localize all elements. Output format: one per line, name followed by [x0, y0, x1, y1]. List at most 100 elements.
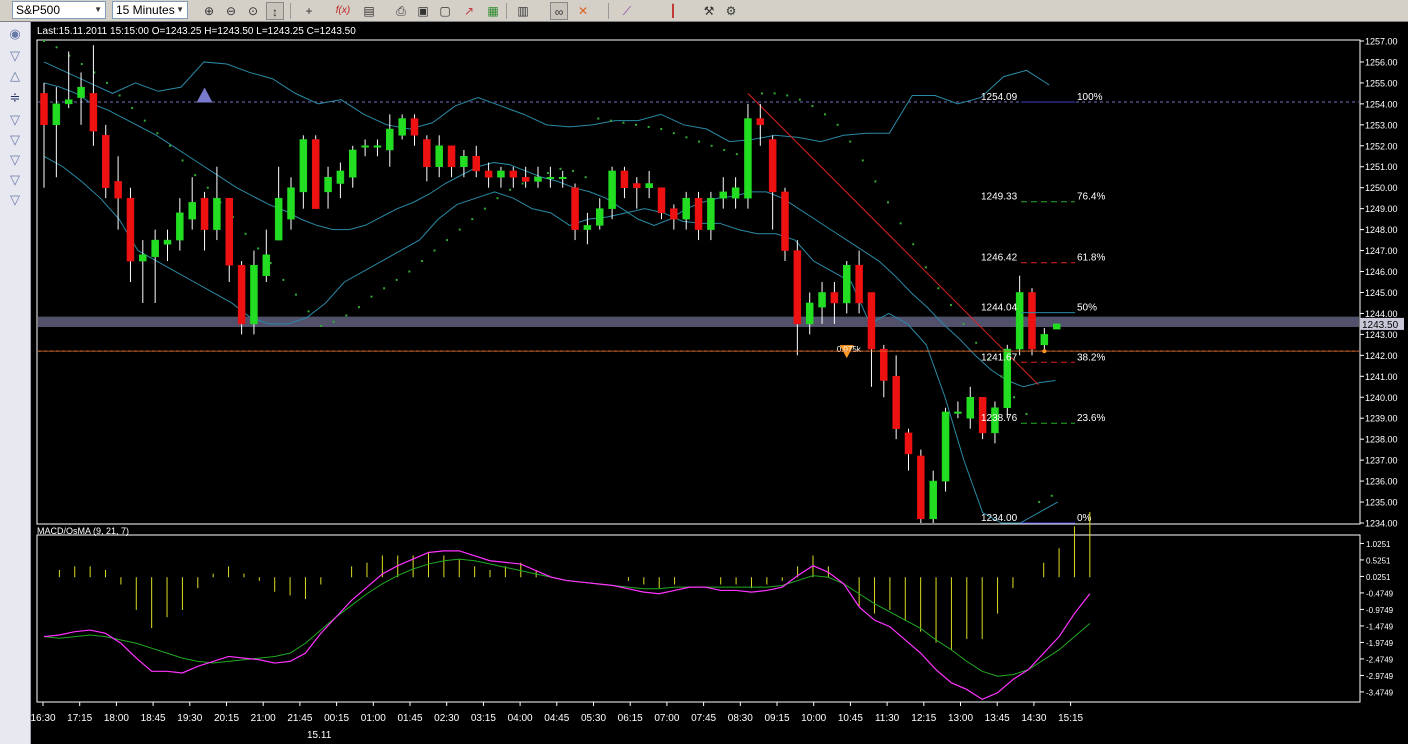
sar-dot: [899, 222, 902, 225]
candle-bear: [571, 187, 579, 230]
price-tick-label: 1238.00: [1365, 435, 1398, 445]
sar-dot: [156, 132, 159, 135]
macd-tick-label: -0.4749: [1366, 589, 1394, 598]
candle-bull: [534, 176, 542, 182]
zoom-out-icon[interactable]: ⊖: [222, 2, 240, 20]
print-icon[interactable]: ⎙: [392, 2, 410, 20]
cursor-icon[interactable]: ↕: [266, 2, 284, 20]
candle-bull: [163, 239, 172, 245]
price-tick-label: 1244.00: [1365, 309, 1398, 319]
bars-icon[interactable]: ┃: [664, 2, 682, 20]
candle-bear: [447, 145, 456, 167]
sar-dot: [244, 232, 247, 235]
sar-dot: [395, 278, 398, 281]
time-tick-label: 18:00: [104, 713, 129, 724]
triangle-up-tool-icon[interactable]: △: [7, 68, 23, 84]
candle-bear: [694, 197, 703, 230]
image-icon[interactable]: ▦: [484, 2, 502, 20]
sar-dot: [345, 314, 348, 317]
candle-bear: [225, 197, 233, 266]
sar-dot: [811, 104, 814, 107]
triangle-down-tool-icon[interactable]: ▽: [7, 172, 23, 188]
candle-bull: [139, 254, 147, 262]
fib-pct-label: 61.8%: [1077, 253, 1105, 264]
fib-pct-label: 100%: [1077, 92, 1103, 103]
sar-dot: [912, 243, 915, 246]
time-tick-label: 11:30: [875, 713, 900, 724]
candle-bear: [904, 432, 913, 455]
template-icon[interactable]: ▤: [360, 2, 378, 20]
settings-icon[interactable]: ⚒: [700, 2, 718, 20]
candle-bear: [484, 170, 493, 178]
candle-bull: [274, 197, 283, 241]
sar-dot: [761, 92, 764, 95]
price-tick-label: 1254.00: [1365, 99, 1398, 109]
grid-icon[interactable]: ▥: [514, 2, 532, 20]
price-tick-label: 1249.00: [1365, 204, 1398, 214]
zoom-fit-icon[interactable]: ⊙: [244, 2, 262, 20]
candle-bear: [410, 118, 419, 136]
zoom-in-icon[interactable]: ⊕: [200, 2, 218, 20]
sar-dot: [886, 201, 889, 204]
sar-dot: [849, 140, 852, 143]
candle-bear: [472, 156, 480, 172]
candle-bull: [336, 170, 345, 184]
fib-pct-label: 38.2%: [1077, 352, 1105, 363]
candle-bear: [867, 292, 876, 350]
crosshair-icon[interactable]: +: [300, 2, 318, 20]
candle-bear: [521, 176, 530, 182]
timeframe-select[interactable]: 15 Minutes ▼: [112, 1, 188, 19]
document-icon[interactable]: ▢: [436, 2, 454, 20]
macd-tick-label: -3.4749: [1366, 688, 1394, 697]
sar-dot: [320, 325, 323, 328]
candle-bull: [349, 149, 357, 178]
candle-bull: [941, 411, 950, 482]
candle-bear: [830, 292, 839, 304]
chart-area[interactable]: Last:15.11.2011 15:15:00 O=1243.25 H=124…: [31, 22, 1408, 744]
fib-price-label: 1238.76: [981, 413, 1018, 424]
candle-bull: [805, 302, 814, 325]
triangle-down-tool-icon[interactable]: ▽: [7, 152, 23, 168]
line-icon[interactable]: ⟋: [618, 2, 636, 20]
properties-icon[interactable]: ⚙: [722, 2, 740, 20]
triangle-down-tool-icon[interactable]: ▽: [7, 112, 23, 128]
level-line-tool-icon[interactable]: ≑: [7, 90, 23, 106]
price-tick-label: 1248.00: [1365, 225, 1398, 235]
sar-dot: [80, 63, 83, 66]
price-tick-label: 1245.00: [1365, 288, 1398, 298]
sar-dot: [282, 278, 285, 281]
candle-bull: [262, 254, 271, 276]
function-icon[interactable]: f(x): [334, 2, 352, 20]
eye-icon[interactable]: ◉: [7, 26, 23, 42]
fib-price-label: 1234.00: [981, 513, 1018, 524]
candle-bull: [818, 292, 826, 308]
sar-dot: [635, 123, 638, 126]
link-icon[interactable]: ∞: [550, 2, 568, 20]
candle-bull: [608, 170, 616, 209]
candle-bear: [756, 118, 765, 126]
price-tick-label: 1257.00: [1365, 37, 1398, 47]
sar-dot: [433, 249, 436, 252]
time-tick-label: 04:00: [508, 713, 533, 724]
candle-bear: [237, 264, 246, 325]
sar-dot: [874, 180, 877, 183]
delete-icon[interactable]: ✕: [574, 2, 592, 20]
sar-dot: [483, 207, 486, 210]
price-tick-label: 1247.00: [1365, 246, 1398, 256]
triangle-down-tool-icon[interactable]: ▽: [7, 192, 23, 208]
macd-tick-label: -2.9749: [1366, 672, 1394, 681]
fib-price-label: 1254.09: [981, 92, 1018, 103]
sar-dot: [685, 136, 688, 139]
sar-dot: [1038, 501, 1041, 504]
candle-bull: [1040, 334, 1049, 346]
price-tick-label: 1250.00: [1365, 183, 1398, 193]
candle-bull: [497, 170, 505, 178]
triangle-down-tool-icon[interactable]: ▽: [7, 48, 23, 64]
sar-dot: [496, 197, 499, 200]
chart-icon[interactable]: ↗: [460, 2, 478, 20]
symbol-select[interactable]: S&P500 ▼: [12, 1, 106, 19]
sar-dot: [131, 107, 134, 110]
triangle-down-tool-icon[interactable]: ▽: [7, 132, 23, 148]
candle-bear: [89, 93, 98, 132]
save-icon[interactable]: ▣: [414, 2, 432, 20]
